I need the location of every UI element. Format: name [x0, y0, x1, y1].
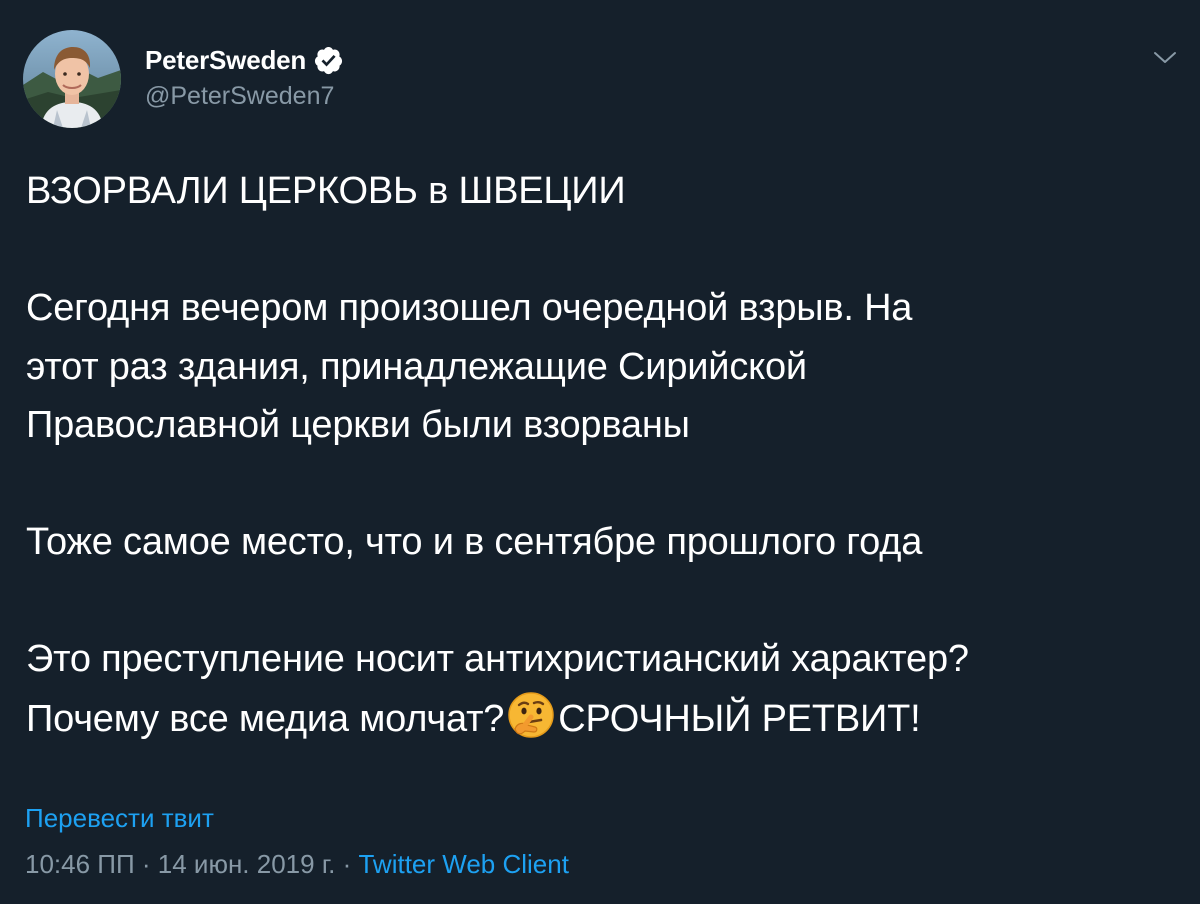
paragraph-break: [26, 221, 1186, 280]
tweet-time[interactable]: 10:46 ПП: [25, 849, 135, 879]
tweet-line: Православной церкви были взорваны: [26, 404, 690, 446]
tweet-line: этот раз здания, принадлежащие Сирийской: [26, 345, 807, 388]
tweet-line: Тоже самое место, что и в сентябре прошл…: [26, 521, 923, 563]
tweet-date[interactable]: 14 июн. 2019 г.: [158, 849, 336, 879]
avatar[interactable]: [23, 30, 121, 128]
translate-tweet-link[interactable]: Перевести твит: [25, 803, 214, 834]
handle[interactable]: @PeterSweden7: [145, 82, 344, 111]
tweet-text-fragment: СРОЧНЫЙ РЕТВИТ!: [558, 697, 921, 740]
tweet-line: Почему все медиа молчат? СРОЧНЫЙ РЕТВИТ!: [26, 689, 1186, 749]
paragraph-break: [26, 572, 1186, 631]
tweet-client-link[interactable]: Twitter Web Client: [358, 849, 568, 879]
verified-badge-icon: [313, 45, 344, 76]
tweet-card: PeterSweden @PeterSweden7 ВЗОРВАЛИ ЦЕРКО…: [0, 0, 1200, 904]
author-block: PeterSweden @PeterSweden7: [145, 44, 344, 111]
avatar-photo: [23, 30, 121, 128]
meta-separator: ·: [335, 849, 359, 879]
display-name[interactable]: PeterSweden: [145, 45, 306, 76]
name-row: PeterSweden: [145, 44, 344, 76]
tweet-line: Сегодня вечером произошел очередной взры…: [26, 287, 913, 329]
thinking-face-icon: [505, 689, 557, 741]
tweet-line: ВЗОРВАЛИ ЦЕРКОВЬ в ШВЕЦИИ: [26, 170, 626, 212]
tweet-body: ВЗОРВАЛИ ЦЕРКОВЬ в ШВЕЦИИ Сегодня вечеро…: [26, 162, 1186, 748]
tweet-text-fragment: Почему все медиа молчат?: [26, 697, 505, 740]
paragraph-break: [26, 455, 1186, 514]
chevron-down-icon[interactable]: [1153, 48, 1177, 66]
tweet-line: Это преступление носит антихристианский …: [26, 638, 969, 680]
meta-separator: ·: [134, 849, 158, 879]
tweet-meta: 10:46 ПП · 14 июн. 2019 г. · Twitter Web…: [25, 849, 569, 880]
